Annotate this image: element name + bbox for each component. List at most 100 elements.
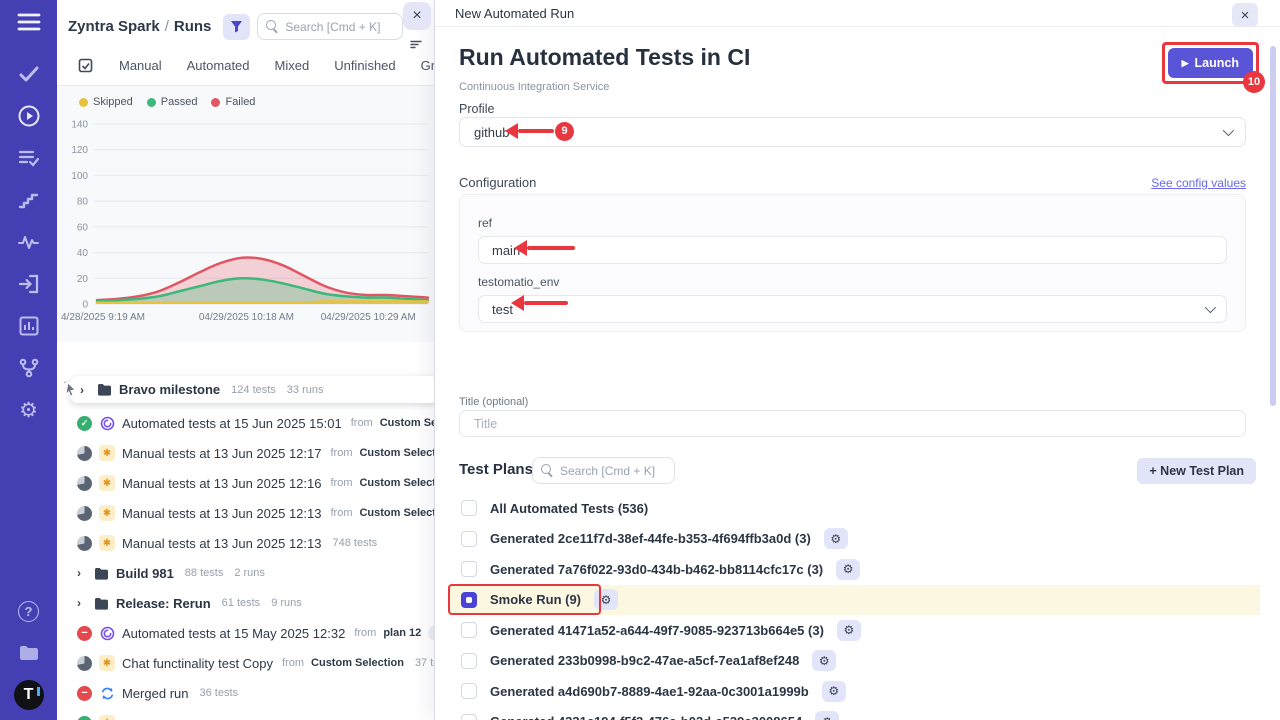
- plan-settings-button[interactable]: ⚙: [815, 711, 839, 720]
- branches-icon[interactable]: [16, 355, 42, 381]
- test-plan-row[interactable]: Generated 41471a52-a644-49f7-9085-923713…: [450, 615, 1260, 646]
- run-env-badge[interactable]: ⚙test: [428, 625, 434, 641]
- run-row[interactable]: ✱Manual tests at 13 Jun 2025 12:13748 te…: [57, 528, 434, 558]
- ref-input[interactable]: main: [478, 236, 1227, 264]
- group-runs-count: 2 runs: [234, 567, 265, 579]
- title-input[interactable]: Title: [459, 410, 1246, 437]
- test-plan-checkbox[interactable]: [461, 622, 477, 638]
- chart-x-axis-labels: 4/28/2025 9:19 AM04/29/2025 10:18 AM04/2…: [57, 312, 432, 326]
- run-title: Chat functinality test Copy: [122, 656, 273, 671]
- gear-glyph: ⚙: [19, 400, 38, 421]
- help-icon[interactable]: ?: [16, 598, 42, 624]
- tab-automated[interactable]: Automated: [187, 58, 250, 73]
- close-drawer-button[interactable]: ×: [1232, 3, 1258, 27]
- test-plan-label: All Automated Tests (536): [490, 501, 648, 516]
- manual-run-icon: ✱: [99, 445, 115, 461]
- run-group-row[interactable]: ›Release: Rerun61 tests9 runs: [57, 588, 434, 618]
- close-runs-panel-button[interactable]: ×: [403, 2, 431, 30]
- run-row[interactable]: −Automated tests at 15 May 2025 12:32fro…: [57, 618, 434, 648]
- test-plans-icon[interactable]: [16, 145, 42, 171]
- projects-folder-icon[interactable]: [16, 639, 42, 665]
- run-group-row[interactable]: ›Build 98188 tests2 runs: [57, 558, 434, 588]
- launch-button[interactable]: ▶ Launch: [1168, 48, 1253, 78]
- run-row[interactable]: ✱Manual tests at 13 Jun 2025 12:13fromCu…: [57, 498, 434, 528]
- test-plan-row[interactable]: Generated 233b0998-b9c2-47ae-a5cf-7ea1af…: [450, 646, 1260, 677]
- new-test-plan-button[interactable]: + New Test Plan: [1137, 458, 1256, 484]
- filter-button[interactable]: [223, 14, 250, 40]
- import-icon[interactable]: [16, 271, 42, 297]
- test-plan-checkbox[interactable]: [461, 683, 477, 699]
- test-plans-search-input[interactable]: [560, 464, 666, 478]
- product-logo[interactable]: T: [14, 680, 44, 710]
- runs-play-icon[interactable]: [16, 103, 42, 129]
- reports-chart-icon[interactable]: [16, 313, 42, 339]
- test-plan-row[interactable]: Generated a4d690b7-8889-4ae1-92aa-0c3001…: [450, 676, 1260, 707]
- plan-settings-button[interactable]: ⚙: [812, 650, 836, 671]
- run-tests-count: 36 tests: [199, 687, 238, 699]
- tab-manual[interactable]: Manual: [119, 58, 162, 73]
- menu-icon[interactable]: [16, 9, 42, 35]
- run-row[interactable]: ✱Manual tests at 13 Jun 2025 12:16fromCu…: [57, 468, 434, 498]
- legend-label: Failed: [225, 96, 255, 108]
- profile-select[interactable]: github: [459, 117, 1246, 147]
- plan-settings-button[interactable]: ⚙: [822, 681, 846, 702]
- test-plan-label: Smoke Run (9): [490, 592, 581, 607]
- test-plan-checkbox[interactable]: [461, 592, 477, 608]
- runs-panel-header: Zyntra Spark/Runs: [57, 0, 434, 44]
- svg-text:40: 40: [77, 248, 89, 259]
- breadcrumb-page[interactable]: Runs: [174, 18, 212, 35]
- plan-settings-button[interactable]: ⚙: [594, 589, 618, 610]
- run-row[interactable]: ✱Chat functinality test CopyfromCustom S…: [57, 648, 434, 678]
- test-plan-checkbox[interactable]: [461, 714, 477, 720]
- status-inprogress-icon: [77, 536, 92, 551]
- run-row[interactable]: ✓✱: [57, 708, 434, 720]
- runs-panel: Zyntra Spark/Runs × Manual Automated Mix…: [57, 0, 435, 720]
- legend-dot: [79, 98, 88, 107]
- x-axis-label: 04/29/2025 10:29 AM: [321, 312, 416, 323]
- run-row[interactable]: −Merged run36 tests: [57, 678, 434, 708]
- breadcrumb[interactable]: Zyntra Spark/Runs: [68, 18, 211, 35]
- see-config-values-link[interactable]: See config values: [1151, 176, 1246, 190]
- svg-text:120: 120: [71, 145, 88, 156]
- status-failed-icon: −: [77, 686, 92, 701]
- activity-pulse-icon[interactable]: [16, 229, 42, 255]
- expand-chevron-icon[interactable]: ›: [77, 596, 87, 610]
- test-plans-search[interactable]: [532, 457, 675, 484]
- page-title: Run Automated Tests in CI: [459, 44, 750, 71]
- plan-settings-button[interactable]: ⚙: [836, 559, 860, 580]
- milestones-icon[interactable]: [16, 187, 42, 213]
- expand-chevron-icon[interactable]: ›: [77, 566, 87, 580]
- breadcrumb-project[interactable]: Zyntra Spark: [68, 18, 160, 35]
- configuration-card: ref main testomatio_env test: [459, 194, 1246, 332]
- test-plan-row[interactable]: All Automated Tests (536): [450, 493, 1260, 524]
- test-plan-checkbox[interactable]: [461, 561, 477, 577]
- runs-search-input[interactable]: [285, 20, 394, 34]
- sort-icon[interactable]: [410, 40, 422, 49]
- expand-chevron-icon[interactable]: ›: [80, 383, 90, 397]
- test-plan-row[interactable]: Generated 4331c194-f5f3-476a-b03d-a539a3…: [450, 707, 1260, 720]
- svg-text:0: 0: [82, 300, 88, 311]
- run-row[interactable]: ✓Automated tests at 15 Jun 2025 15:01fro…: [57, 408, 434, 438]
- run-row[interactable]: ✱Manual tests at 13 Jun 2025 12:17fromCu…: [57, 438, 434, 468]
- tab-groups[interactable]: Groups: [421, 58, 435, 73]
- test-plan-checkbox[interactable]: [461, 531, 477, 547]
- runs-view-icon[interactable]: [77, 57, 94, 74]
- tab-mixed[interactable]: Mixed: [275, 58, 310, 73]
- from-word: from: [351, 417, 373, 429]
- testomatio-env-select[interactable]: test: [478, 295, 1227, 323]
- drawer-scrollbar[interactable]: [1270, 46, 1276, 406]
- test-plan-checkbox[interactable]: [461, 653, 477, 669]
- run-group-row[interactable]: ›Bravo milestone124 tests33 runs: [70, 376, 435, 403]
- test-plan-row[interactable]: Generated 7a76f022-93d0-434b-b462-bb8114…: [450, 554, 1260, 585]
- tests-check-icon[interactable]: [16, 61, 42, 87]
- runs-search[interactable]: [257, 13, 403, 40]
- tab-unfinished[interactable]: Unfinished: [334, 58, 395, 73]
- test-plan-checkbox[interactable]: [461, 500, 477, 516]
- settings-gear-icon[interactable]: ⚙: [16, 397, 42, 423]
- plan-settings-button[interactable]: ⚙: [837, 620, 861, 641]
- plan-settings-button[interactable]: ⚙: [824, 528, 848, 549]
- test-plan-row[interactable]: Generated 2ce11f7d-38ef-44fe-b353-4f694f…: [450, 524, 1260, 555]
- from-word: from: [282, 657, 304, 669]
- test-plan-row[interactable]: Smoke Run (9) ⚙: [450, 585, 1260, 616]
- legend-item: Failed: [211, 96, 255, 108]
